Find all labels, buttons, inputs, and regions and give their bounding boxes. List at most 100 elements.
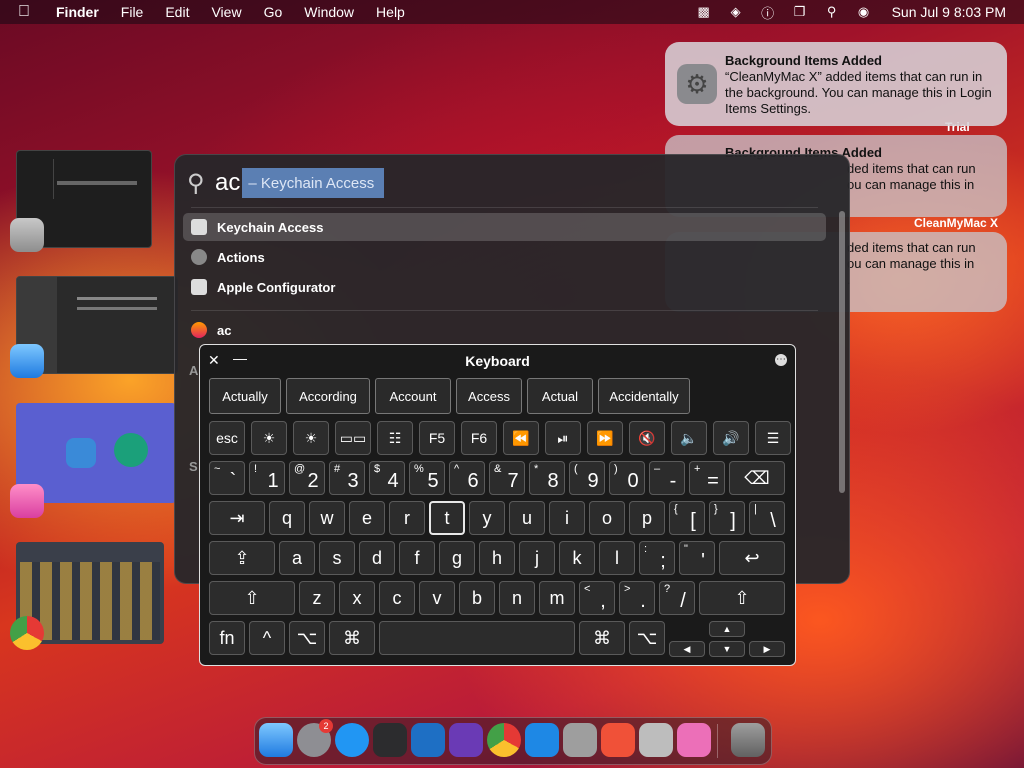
menu-edit[interactable]: Edit <box>165 4 189 20</box>
dock-launchpad-icon[interactable] <box>563 723 597 757</box>
dock-safari-icon[interactable] <box>335 723 369 757</box>
spotlight-query[interactable]: ac <box>215 169 240 197</box>
menu-file[interactable]: File <box>121 4 144 20</box>
up-arrow-key[interactable]: ▲ <box>709 621 745 637</box>
spotlight-search-field[interactable]: ⚲ ac – Keychain Access <box>187 165 385 201</box>
suggestion-button[interactable]: According <box>286 378 370 414</box>
key-num-6[interactable]: ^ 6 <box>449 461 485 495</box>
key-w[interactable]: w <box>309 501 345 535</box>
right-command-key[interactable]: ⌘ <box>579 621 625 655</box>
key-num-7[interactable]: & 7 <box>489 461 525 495</box>
key-num-0[interactable]: ~ ` <box>209 461 245 495</box>
result-keychain-access[interactable]: Keychain Access <box>183 213 826 241</box>
key-f6[interactable]: F6 <box>461 421 497 455</box>
key-j[interactable]: j <box>519 541 555 575</box>
key-num-5[interactable]: % 5 <box>409 461 445 495</box>
key-num-8[interactable]: * 8 <box>529 461 565 495</box>
mission-control-icon[interactable]: ▭▭ <box>335 421 371 455</box>
key-punct-1[interactable]: " ' <box>679 541 715 575</box>
key-num-1[interactable]: ! 1 <box>249 461 285 495</box>
rewind-icon[interactable]: ⏪ <box>503 421 539 455</box>
key-num-2[interactable]: @2 <box>289 461 325 495</box>
key-t[interactable]: t <box>429 501 465 535</box>
result-actions[interactable]: Actions <box>183 243 826 271</box>
brightness-down-icon[interactable]: ☀ <box>251 421 287 455</box>
windows-icon[interactable]: ❐ <box>792 4 808 20</box>
return-key[interactable]: ↩ <box>719 541 785 575</box>
fast-forward-icon[interactable]: ⏩ <box>587 421 623 455</box>
menu-go[interactable]: Go <box>264 4 283 20</box>
key-bracket-2[interactable]: | \ <box>749 501 785 535</box>
volume-up-icon[interactable]: 🔊 <box>713 421 749 455</box>
dock-trash-icon[interactable] <box>731 723 765 757</box>
search-icon[interactable]: ⚲ <box>824 4 840 20</box>
volume-down-icon[interactable]: 🔈 <box>671 421 707 455</box>
suggestion-button[interactable]: Account <box>375 378 451 414</box>
space-key[interactable] <box>379 621 575 655</box>
menu-help[interactable]: Help <box>376 4 405 20</box>
key-y[interactable]: y <box>469 501 505 535</box>
dock-installer-icon[interactable] <box>639 723 673 757</box>
right-arrow-key[interactable]: ▶ <box>749 641 785 657</box>
left-arrow-key[interactable]: ◀ <box>669 641 705 657</box>
key-h[interactable]: h <box>479 541 515 575</box>
key-num-10[interactable]: ) 0 <box>609 461 645 495</box>
menu-view[interactable]: View <box>211 4 241 20</box>
key-c[interactable]: c <box>379 581 415 615</box>
control-center-icon[interactable]: ◉ <box>856 4 872 20</box>
key-l[interactable]: l <box>599 541 635 575</box>
key-n[interactable]: n <box>499 581 535 615</box>
right-option-key[interactable]: ⌥ <box>629 621 665 655</box>
suggestion-button[interactable]: Access <box>456 378 522 414</box>
dock-chrome-icon[interactable] <box>487 723 521 757</box>
layers-icon[interactable]: ◈ <box>728 4 744 20</box>
key-p[interactable]: p <box>629 501 665 535</box>
key-r[interactable]: r <box>389 501 425 535</box>
spotlight-scrollbar[interactable] <box>839 211 845 493</box>
key-bracket-0[interactable]: {[ <box>669 501 705 535</box>
menu-app-name[interactable]: Finder <box>56 4 99 20</box>
dock-cleanmymac-icon[interactable] <box>677 723 711 757</box>
menu-clock[interactable]: Sun Jul 9 8:03 PM <box>892 4 1006 20</box>
menu-window[interactable]: Window <box>304 4 354 20</box>
key-f5[interactable]: F5 <box>419 421 455 455</box>
apple-menu-icon[interactable]:  <box>18 3 36 21</box>
caps-lock-key[interactable]: ⇪ <box>209 541 275 575</box>
key-num-11[interactable]: – - <box>649 461 685 495</box>
key-x[interactable]: x <box>339 581 375 615</box>
dock-swift-icon[interactable] <box>601 723 635 757</box>
key-num-9[interactable]: (9 <box>569 461 605 495</box>
options-icon[interactable]: ⋯ <box>775 354 787 366</box>
key-u[interactable]: u <box>509 501 545 535</box>
key-d[interactable]: d <box>359 541 395 575</box>
dock-app-store-icon[interactable] <box>525 723 559 757</box>
key-num-3[interactable]: #3 <box>329 461 365 495</box>
dock-shortcuts-icon[interactable] <box>373 723 407 757</box>
key-m[interactable]: m <box>539 581 575 615</box>
mute-icon[interactable]: 🔇 <box>629 421 665 455</box>
info-icon[interactable]: ⓘ <box>760 3 776 22</box>
result-web-search[interactable]: ac <box>183 316 826 344</box>
spotlight-autocomplete[interactable]: – Keychain Access <box>242 168 385 198</box>
left-shift-key[interactable]: ⇧ <box>209 581 295 615</box>
key-q[interactable]: q <box>269 501 305 535</box>
suggestion-button[interactable]: Actual <box>527 378 593 414</box>
key-v[interactable]: v <box>419 581 455 615</box>
key-b[interactable]: b <box>459 581 495 615</box>
down-arrow-key[interactable]: ▼ <box>709 641 745 657</box>
dock-vscode-icon[interactable] <box>411 723 445 757</box>
menu-icon[interactable]: ☰ <box>755 421 791 455</box>
key-f[interactable]: f <box>399 541 435 575</box>
screen-share-icon[interactable]: ▩ <box>696 4 712 20</box>
play-pause-icon[interactable]: ⏯ <box>545 421 581 455</box>
control-key[interactable]: ^ <box>249 621 285 655</box>
dock-visual-studio-icon[interactable] <box>449 723 483 757</box>
key-a[interactable]: a <box>279 541 315 575</box>
backspace-key[interactable]: ⌫ <box>729 461 785 495</box>
right-shift-key[interactable]: ⇧ <box>699 581 785 615</box>
tab-key[interactable]: ⇥ <box>209 501 265 535</box>
key-o[interactable]: o <box>589 501 625 535</box>
fn-key[interactable]: fn <box>209 621 245 655</box>
key-num-12[interactable]: + = <box>689 461 725 495</box>
key-s[interactable]: s <box>319 541 355 575</box>
